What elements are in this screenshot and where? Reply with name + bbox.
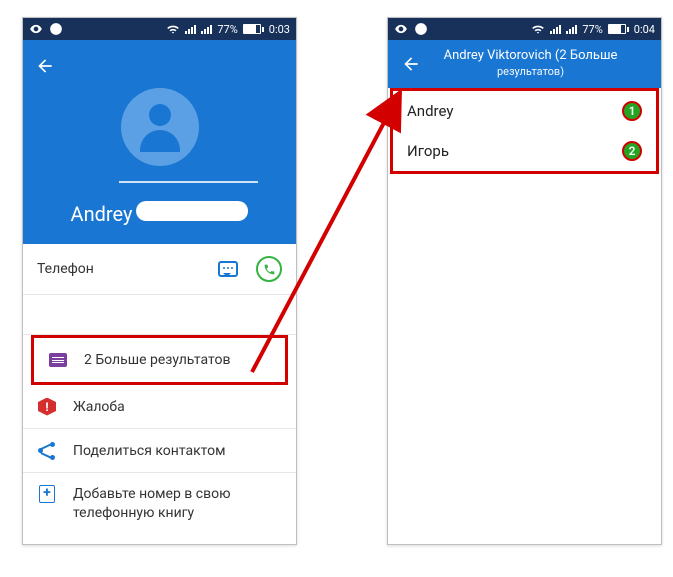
- more-results-label: 2 Больше результатов: [84, 352, 271, 368]
- more-results-button[interactable]: 2 Больше результатов: [34, 338, 285, 382]
- result-name: Andrey: [407, 102, 622, 120]
- highlight-more-results: 2 Больше результатов: [31, 335, 288, 385]
- eye-icon: [29, 22, 43, 36]
- phone-screenshot-right: 77% 0:04 Andrey Viktorovich (2 Больше ре…: [387, 17, 662, 545]
- signal-icon-2: [201, 25, 212, 34]
- battery-percent: 77%: [217, 23, 237, 36]
- contact-name-visible: Andrey: [71, 202, 133, 226]
- back-button[interactable]: [33, 54, 57, 78]
- share-label: Поделиться контактом: [73, 443, 282, 459]
- eye-icon: [394, 22, 408, 36]
- title-line2: результатов): [426, 65, 635, 79]
- result-badge: 1: [622, 101, 642, 121]
- arrow-left-icon: [35, 56, 55, 76]
- status-bar: 77% 0:04: [388, 18, 661, 40]
- complaint-button[interactable]: Жалоба: [23, 385, 296, 429]
- signal-icon-2: [566, 25, 577, 34]
- section-header-phone: Телефон: [23, 244, 296, 295]
- sync-icon: [49, 22, 63, 36]
- addbook-icon: [37, 485, 57, 503]
- phone-screenshot-left: 77% 0:03 Andrey Телефон: [22, 17, 297, 545]
- hero-underline: [119, 181, 258, 183]
- list-icon: [48, 353, 68, 367]
- title-line1: Andrey Viktorovich (2 Больше: [444, 48, 618, 63]
- redacted-pill: [136, 201, 248, 221]
- complaint-label: Жалоба: [73, 399, 282, 415]
- spacer: [23, 295, 296, 335]
- page-title: Andrey Viktorovich (2 Больше результатов…: [426, 48, 653, 79]
- message-icon[interactable]: [218, 261, 238, 277]
- call-button[interactable]: [256, 256, 282, 282]
- result-item[interactable]: Игорь 2: [393, 131, 656, 171]
- battery-icon: [608, 24, 629, 34]
- sync-icon: [414, 22, 428, 36]
- clock: 0:04: [634, 23, 655, 36]
- add-contact-label: Добавьте номер в свою телефонную книгу: [73, 485, 282, 523]
- signal-icon: [550, 25, 561, 34]
- battery-percent: 77%: [582, 23, 602, 36]
- contact-name: Andrey: [71, 201, 249, 226]
- title-bar: Andrey Viktorovich (2 Больше результатов…: [388, 40, 661, 88]
- wifi-icon: [166, 22, 180, 36]
- share-button[interactable]: Поделиться контактом: [23, 429, 296, 473]
- result-item[interactable]: Andrey 1: [393, 91, 656, 131]
- avatar: [121, 88, 199, 166]
- section-label: Телефон: [37, 261, 218, 277]
- contact-hero: Andrey: [23, 40, 296, 244]
- clock: 0:03: [269, 23, 290, 36]
- result-badge: 2: [622, 141, 642, 161]
- add-contact-button[interactable]: Добавьте номер в свою телефонную книгу: [23, 473, 296, 535]
- arrow-left-icon: [401, 54, 421, 74]
- share-icon: [37, 442, 57, 460]
- highlight-results: Andrey 1 Игорь 2: [390, 88, 659, 174]
- alert-icon: [37, 398, 57, 416]
- wifi-icon: [531, 22, 545, 36]
- status-bar: 77% 0:03: [23, 18, 296, 40]
- back-button[interactable]: [396, 54, 426, 74]
- phone-icon: [263, 263, 276, 276]
- battery-icon: [243, 24, 264, 34]
- result-name: Игорь: [407, 142, 622, 160]
- signal-icon: [185, 25, 196, 34]
